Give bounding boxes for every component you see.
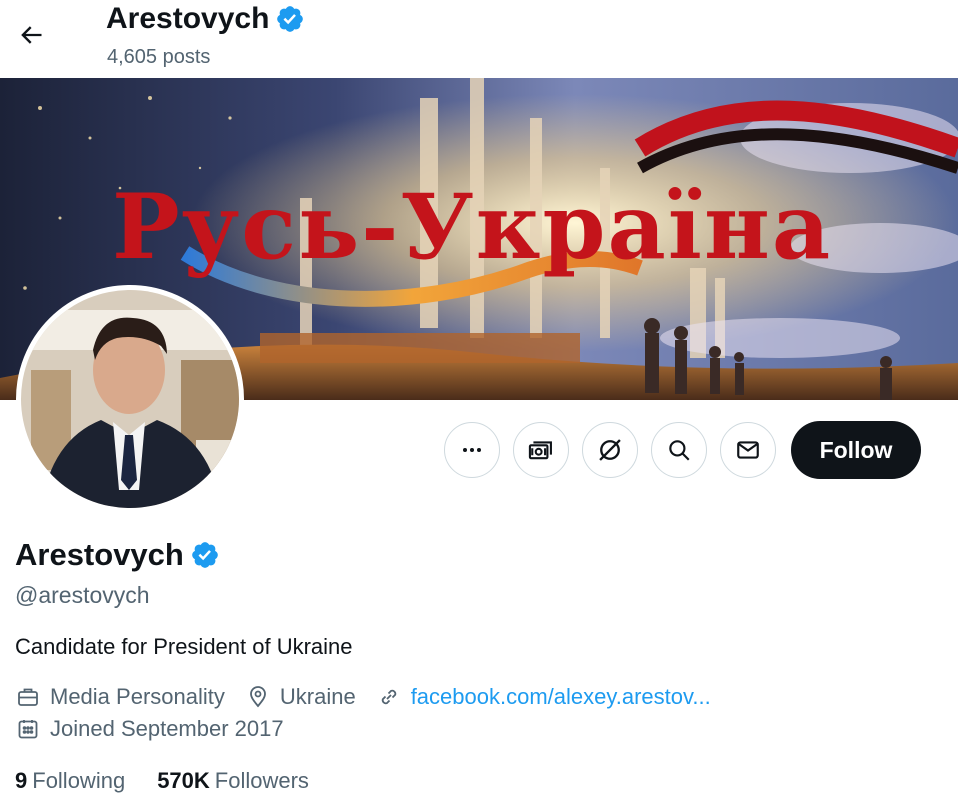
link-icon — [376, 684, 402, 710]
joined-text: Joined September 2017 — [50, 716, 284, 741]
search-button[interactable] — [651, 422, 707, 478]
joined-item: Joined September 2017 — [15, 716, 284, 742]
banner-title: Русь-Україна — [112, 174, 832, 280]
calendar-icon — [15, 716, 41, 742]
following-count: 9 — [15, 768, 28, 793]
subscribe-icon — [528, 441, 552, 460]
display-name: Arestovych — [15, 537, 220, 573]
briefcase-icon — [15, 684, 41, 710]
location-pin-icon — [245, 684, 271, 710]
profile-avatar[interactable] — [16, 285, 244, 513]
back-button[interactable] — [10, 14, 52, 56]
category-item: Media Personality — [15, 684, 225, 710]
more-button[interactable] — [444, 422, 500, 478]
profile-actions: Follow — [444, 421, 921, 479]
back-arrow-icon — [21, 26, 42, 44]
website-item[interactable]: facebook.com/alexey.arestov... — [376, 684, 711, 710]
header-name-text: Arestovych — [106, 2, 270, 35]
follow-button[interactable]: Follow — [791, 421, 921, 479]
location-text: Ukraine — [279, 684, 356, 709]
verified-badge-icon[interactable] — [190, 540, 220, 570]
verified-badge-icon — [277, 6, 304, 32]
website-link[interactable]: facebook.com/alexey.arestov... — [411, 684, 711, 710]
category-text: Media Personality — [50, 684, 225, 709]
profile-meta-row: Media Personality Ukraine facebook.com/a… — [15, 684, 731, 710]
profile-bio: Candidate for President of Ukraine — [15, 634, 353, 659]
header-title: Arestovych — [106, 2, 305, 36]
subscribe-button[interactable] — [513, 422, 569, 478]
location-item: Ukraine — [245, 684, 356, 710]
post-count: 4,605 posts — [107, 46, 211, 68]
grok-button[interactable] — [582, 422, 638, 478]
profile-header: Arestovych 4,605 posts — [0, 0, 958, 78]
more-icon — [463, 448, 481, 452]
search-icon — [669, 440, 690, 461]
followers-stat[interactable]: 570K Followers — [157, 768, 309, 794]
message-button[interactable] — [720, 422, 776, 478]
followers-count: 570K — [157, 768, 210, 793]
display-name-text: Arestovych — [15, 537, 184, 572]
user-handle: @arestovych — [15, 582, 150, 608]
following-stat[interactable]: 9 Following — [15, 768, 125, 794]
following-label: Following — [32, 768, 126, 793]
message-icon — [737, 441, 759, 459]
followers-label: Followers — [214, 768, 309, 793]
grok-icon — [599, 439, 621, 461]
joined-row: Joined September 2017 — [15, 716, 304, 742]
follow-stats: 9 Following 570K Followers — [15, 768, 309, 794]
avatar-image — [21, 290, 239, 508]
